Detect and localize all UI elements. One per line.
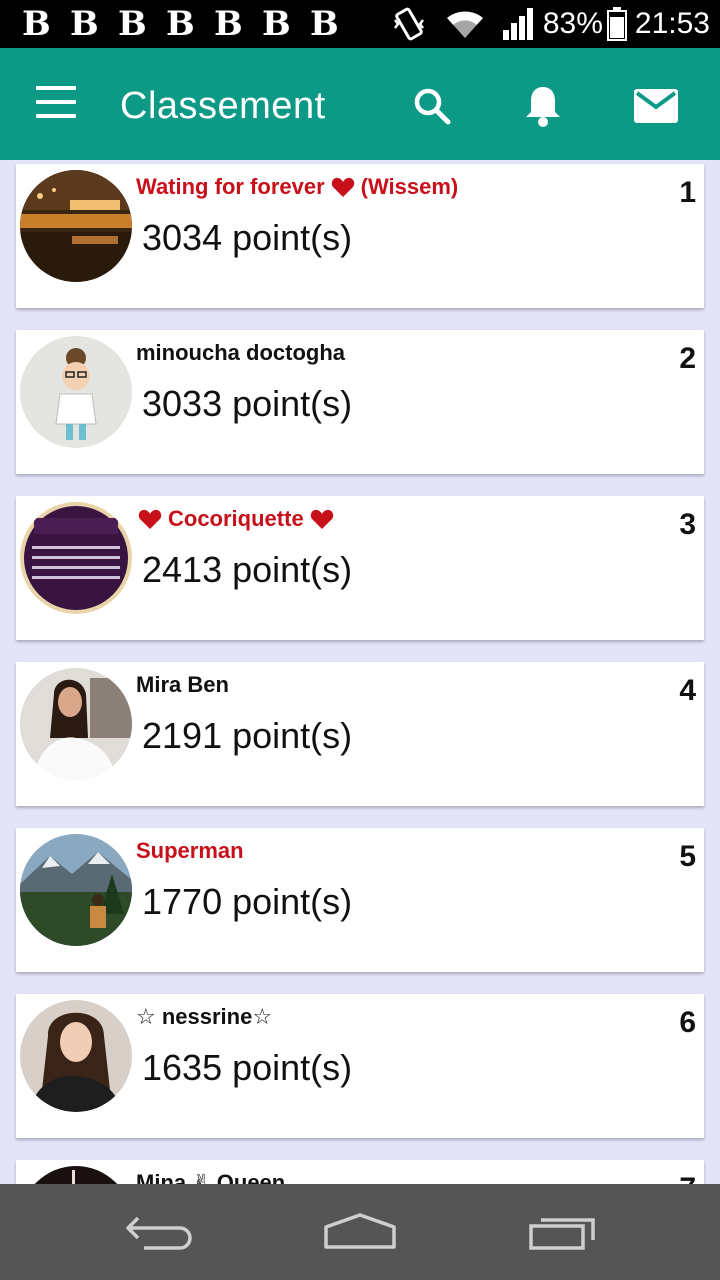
notification-b-icon: B [166,4,195,44]
player-rank: 5 [679,840,696,873]
player-points: 3033 point(s) [142,383,353,424]
system-status: 83% 21:53 [391,0,710,48]
player-name: Superman [136,838,244,863]
avatar [20,668,132,780]
notification-b-icon: B [262,4,291,44]
player-points: 3034 point(s) [142,217,353,258]
player-points: 2413 point(s) [142,549,353,590]
leaderboard-card[interactable]: Cocoriquette 2413 point(s) 3 [16,496,704,640]
signal-icon [502,8,535,40]
recent-apps-icon[interactable] [518,1204,608,1260]
back-icon[interactable] [115,1204,205,1260]
player-points: 1635 point(s) [142,1047,353,1088]
notification-b-icon: B [310,4,339,44]
bell-icon[interactable] [515,78,571,134]
player-rank: 4 [679,674,696,707]
notification-icons: B B B B B B B [22,0,358,48]
app-bar: Classement [0,48,720,160]
leaderboard-card[interactable]: minoucha doctogha 3033 point(s) 2 [16,330,704,474]
player-name: minoucha doctogha [136,340,345,365]
notification-b-icon: B [214,4,243,44]
leaderboard-card[interactable]: ☆ nessrine☆ 1635 point(s) 6 [16,994,704,1138]
heart-icon [138,509,162,529]
leaderboard-card[interactable]: Superman 1770 point(s) 5 [16,828,704,972]
player-name: Mina ✌ Queen [136,1170,286,1184]
avatar [20,502,132,614]
status-bar: B B B B B B B 83% 21:53 [0,0,720,48]
leaderboard-card[interactable]: Mina ✌ Queen 7 [16,1160,704,1184]
avatar [20,1000,132,1112]
leaderboard-list[interactable]: Wating for forever (Wissem) 3034 point(s… [0,160,720,1184]
page-title: Classement [120,85,326,127]
mail-icon[interactable] [628,78,684,134]
avatar [20,336,132,448]
search-icon[interactable] [404,78,460,134]
battery-icon [606,7,627,41]
player-points: 2191 point(s) [142,715,353,756]
player-rank: 6 [679,1006,696,1039]
menu-icon[interactable] [36,86,76,118]
player-name: Mira Ben [136,672,229,697]
player-name: Wating for forever (Wissem) [136,174,459,199]
notification-b-icon: B [118,4,147,44]
wifi-icon [445,8,485,40]
player-name: ☆ nessrine☆ [136,1004,273,1029]
player-rank: 1 [679,176,696,209]
navigation-bar [0,1184,720,1280]
battery-percent: 83% [542,7,603,40]
player-name: Cocoriquette [136,506,340,532]
clock: 21:53 [634,7,710,40]
player-rank: 3 [679,508,696,541]
player-rank: 7 [679,1172,696,1184]
player-rank: 2 [679,342,696,375]
avatar [20,1166,132,1184]
leaderboard-card[interactable]: Wating for forever (Wissem) 3034 point(s… [16,164,704,308]
avatar [20,170,132,282]
avatar [20,834,132,946]
notification-b-icon: B [70,4,99,44]
leaderboard-card[interactable]: Mira Ben 2191 point(s) 4 [16,662,704,806]
heart-icon [331,177,354,197]
heart-icon [310,509,333,529]
notification-b-icon: B [22,4,51,44]
vibrate-icon [391,6,427,42]
home-icon[interactable] [315,1204,405,1260]
player-points: 1770 point(s) [142,881,353,922]
